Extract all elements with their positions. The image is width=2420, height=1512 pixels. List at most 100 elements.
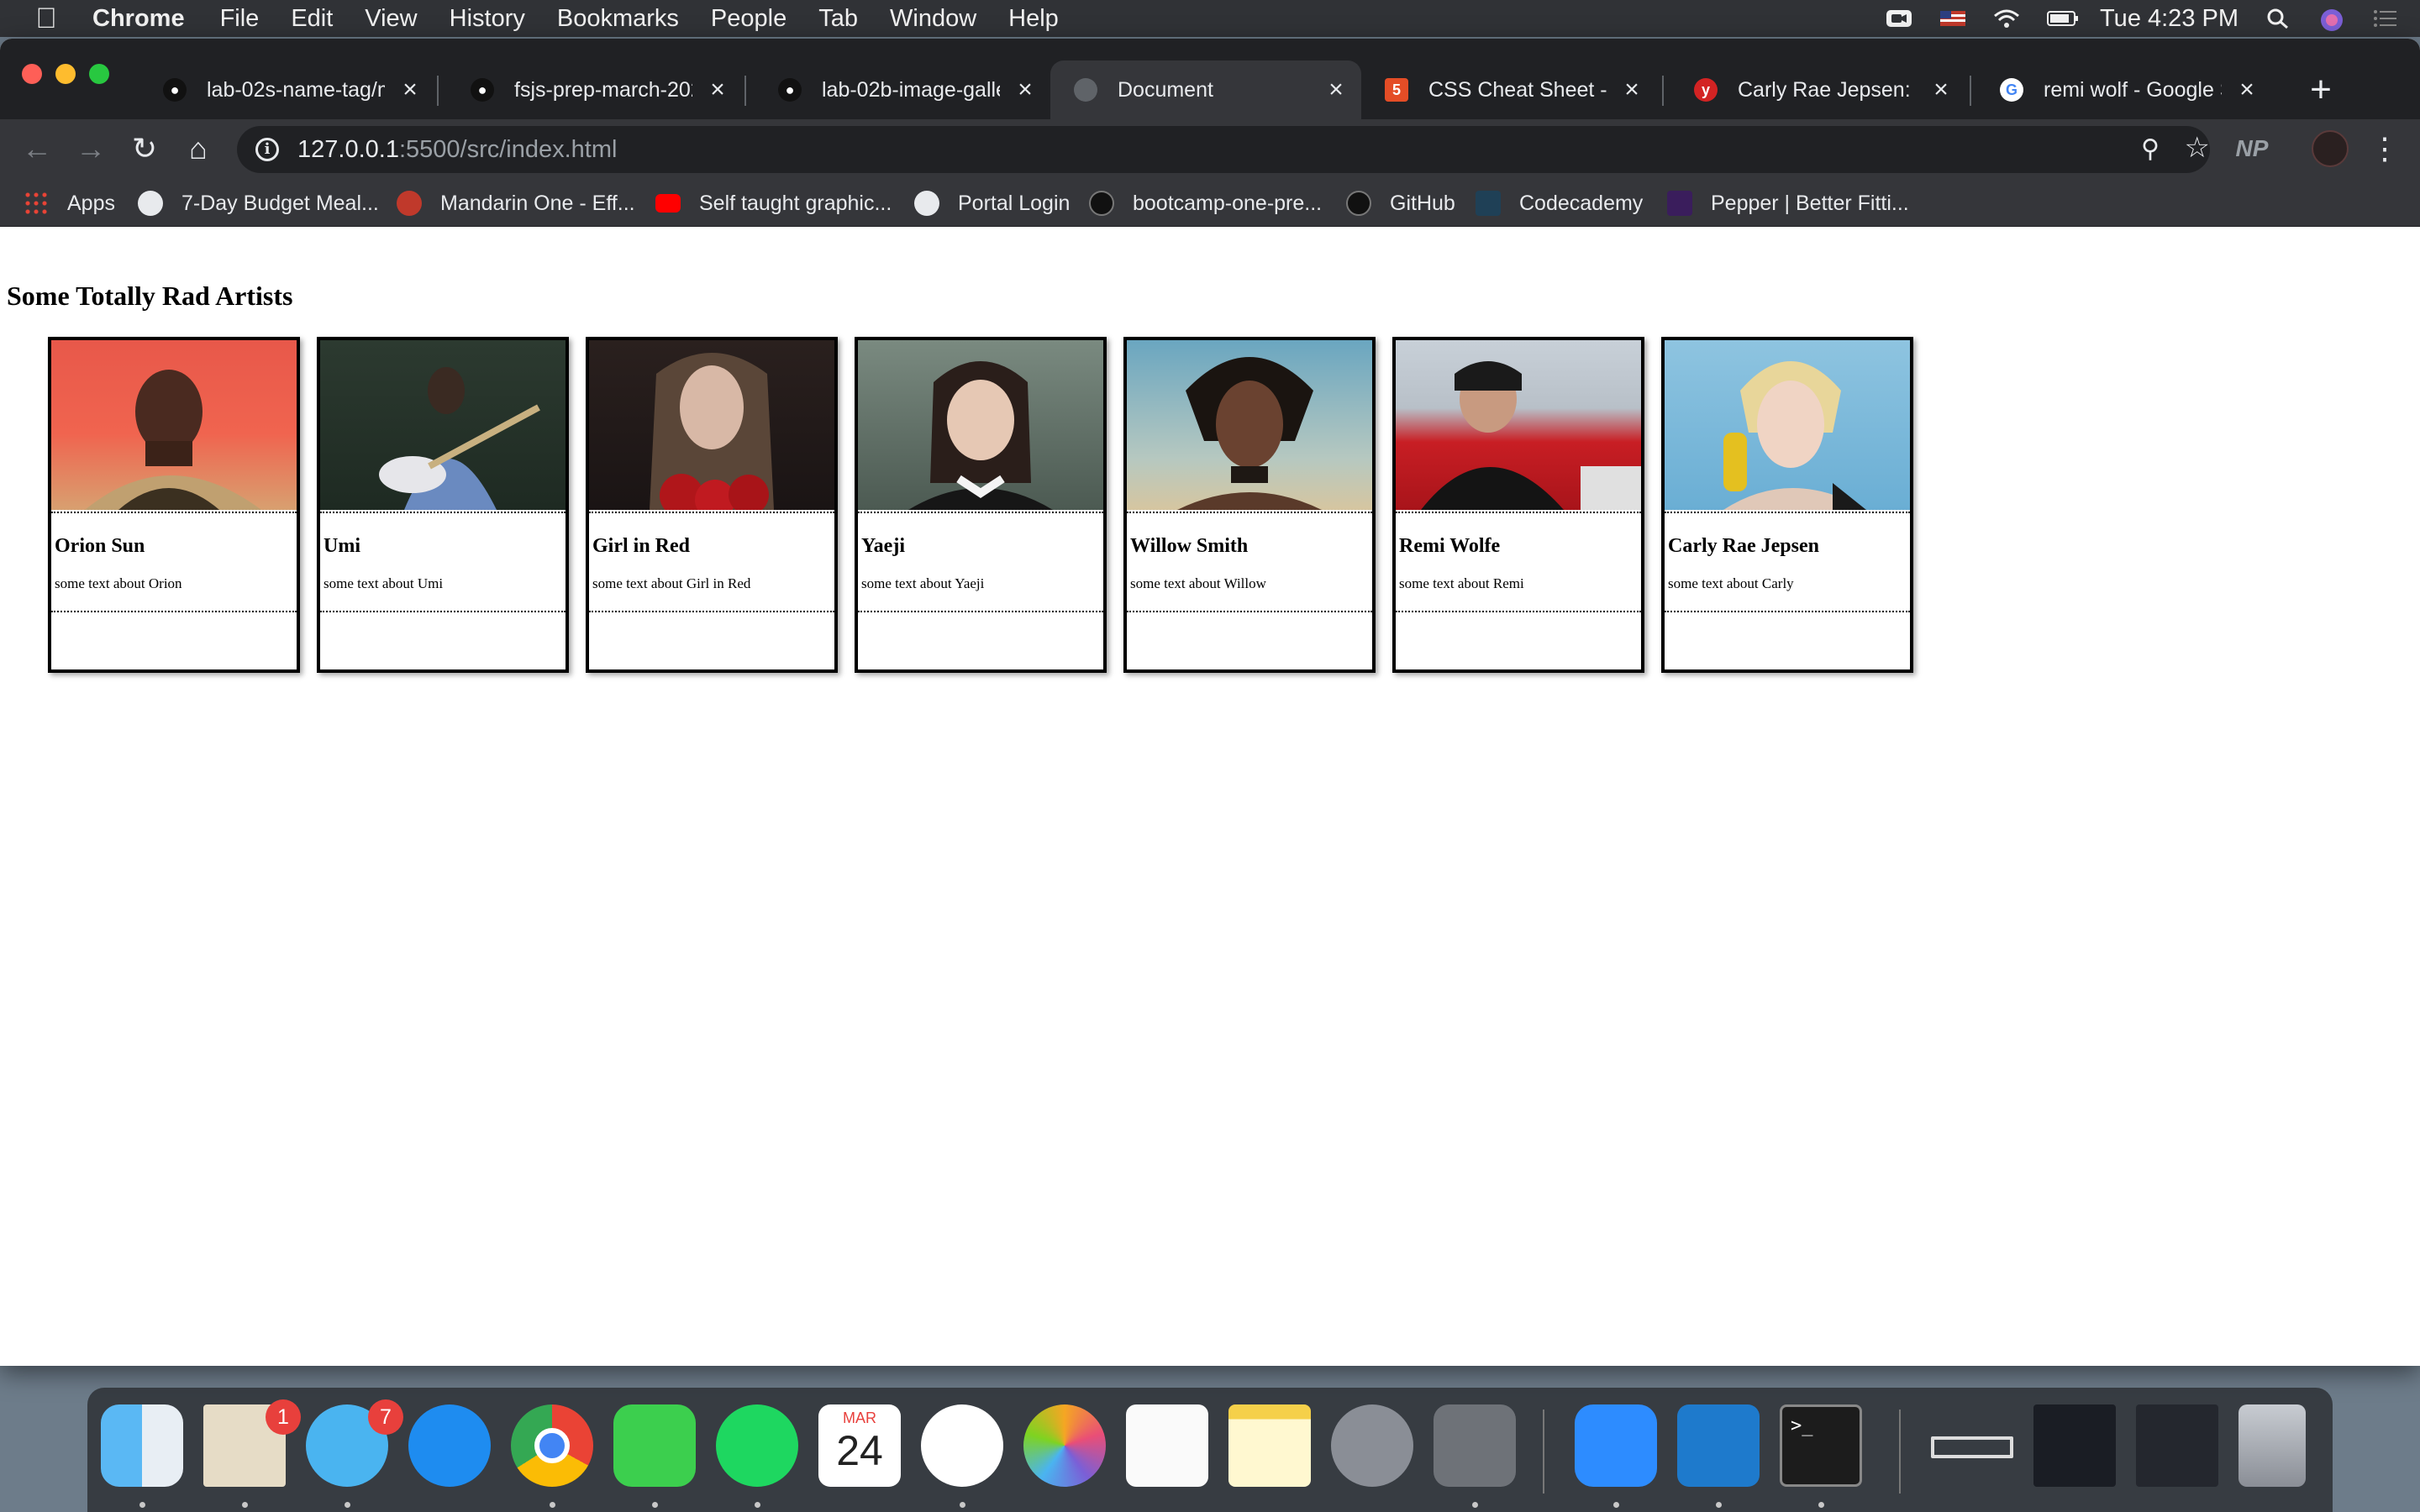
close-tab-icon[interactable]: × — [1916, 76, 1966, 104]
new-tab-button[interactable]: + — [2296, 60, 2346, 119]
spotlight-search-icon[interactable] — [2264, 8, 2292, 29]
menubar-clock[interactable]: Tue 4:23 PM — [2100, 5, 2238, 33]
bookmark-star-icon[interactable]: ☆ — [2185, 131, 2210, 165]
artist-name: Umi — [324, 535, 360, 557]
site-info-icon[interactable]: i — [255, 138, 279, 161]
minimize-window-button[interactable] — [55, 64, 76, 84]
zoom-app-icon[interactable] — [1575, 1404, 1657, 1487]
zoom-magnifier-icon[interactable]: ⚲ — [2141, 134, 2160, 164]
close-tab-icon[interactable]: × — [385, 76, 435, 104]
slack-icon[interactable] — [921, 1404, 1003, 1487]
system-preferences-icon[interactable] — [1434, 1404, 1516, 1487]
us-flag-icon[interactable] — [1939, 8, 1967, 29]
mail-icon[interactable]: 1 — [203, 1399, 301, 1487]
artist-name: Girl in Red — [592, 535, 691, 557]
artist-photo — [1127, 340, 1372, 510]
close-tab-icon[interactable]: × — [692, 76, 743, 104]
bookmark-mandarin-one[interactable]: Mandarin One - Eff... — [397, 190, 635, 217]
finder-icon[interactable] — [101, 1404, 183, 1487]
messages-icon[interactable]: 7 — [306, 1399, 403, 1487]
bookmark-label: Codecademy — [1519, 191, 1644, 215]
calendar-icon[interactable]: MAR 24 — [818, 1404, 901, 1487]
artist-name: Remi Wolfe — [1399, 535, 1501, 557]
notes-icon[interactable] — [1228, 1404, 1311, 1487]
battery-icon[interactable] — [2046, 8, 2079, 29]
minimized-window-thumbnail[interactable] — [1931, 1436, 2013, 1458]
wifi-icon[interactable] — [1992, 8, 2021, 29]
close-tab-icon[interactable]: × — [1607, 76, 1657, 104]
github-icon — [1089, 191, 1114, 216]
page-heading: Some Totally Rad Artists — [7, 281, 293, 311]
vscode-icon[interactable] — [1677, 1404, 1760, 1487]
profile-avatar[interactable] — [2312, 130, 2349, 167]
menu-help[interactable]: Help — [1008, 5, 1059, 33]
bookmarks-bar: Apps 7-Day Budget Meal... Mandarin One -… — [0, 178, 2420, 227]
back-arrow-icon[interactable]: ← — [12, 119, 62, 178]
reload-icon[interactable]: ↻ — [119, 119, 170, 178]
address-bar[interactable]: i 127.0.0.1:5500/src/index.html ⚲ ☆ — [237, 126, 2210, 173]
bookmark-github[interactable]: GitHub — [1346, 190, 1455, 217]
menu-edit[interactable]: Edit — [291, 5, 333, 33]
bookmark-portal-login[interactable]: Portal Login — [914, 190, 1070, 217]
zoom-window-button[interactable] — [89, 64, 109, 84]
chrome-menu-icon[interactable]: ⋮ — [2360, 119, 2410, 178]
tab-title: fsjs-prep-march-2020 — [514, 77, 692, 102]
bookmark-pepper[interactable]: Pepper | Better Fitti... — [1667, 190, 1909, 217]
trash-icon[interactable] — [2238, 1404, 2306, 1487]
menu-people[interactable]: People — [711, 5, 786, 33]
tab-lab-02s[interactable]: ● lab-02s-name-tag/ma × — [139, 60, 435, 119]
bookmark-budget-meal[interactable]: 7-Day Budget Meal... — [138, 190, 379, 217]
tab-fsjs-prep[interactable]: ● fsjs-prep-march-2020 × — [447, 60, 743, 119]
menu-tab[interactable]: Tab — [818, 5, 858, 33]
bookmark-label: Self taught graphic... — [699, 191, 892, 215]
extension-np-icon[interactable]: NP — [2227, 119, 2277, 178]
portrait-silhouette — [1421, 361, 1641, 510]
close-tab-icon[interactable]: × — [1311, 76, 1361, 104]
tab-lab-02b[interactable]: ● lab-02b-image-gallery × — [755, 60, 1050, 119]
zoom-status-icon[interactable] — [1885, 8, 1913, 29]
chrome-window: ● lab-02s-name-tag/ma × ● fsjs-prep-marc… — [0, 39, 2420, 1366]
launchpad-icon[interactable] — [1331, 1404, 1413, 1487]
menu-bookmarks[interactable]: Bookmarks — [557, 5, 679, 33]
menu-view[interactable]: View — [365, 5, 417, 33]
tab-carly-rae-jepsen[interactable]: y Carly Rae Jepsen: 'Ev × — [1670, 60, 1966, 119]
forward-arrow-icon[interactable]: → — [66, 119, 116, 178]
tab-remi-wolf-search[interactable]: G remi wolf - Google Se × — [1976, 60, 2272, 119]
close-window-button[interactable] — [22, 64, 42, 84]
tab-title: lab-02b-image-gallery — [822, 77, 1000, 102]
minimized-window-thumbnail[interactable] — [2136, 1404, 2218, 1487]
spotify-icon[interactable] — [716, 1404, 798, 1487]
apple-menu-icon[interactable]:  — [0, 3, 92, 35]
chrome-icon[interactable] — [511, 1404, 593, 1487]
url-host: 127.0.0.1 — [297, 135, 399, 163]
menu-file[interactable]: File — [220, 5, 260, 33]
artist-description: some text about Umi — [324, 575, 444, 591]
menu-history[interactable]: History — [450, 5, 525, 33]
photos-icon[interactable] — [1023, 1404, 1106, 1487]
close-tab-icon[interactable]: × — [2222, 76, 2272, 104]
bookmark-apps[interactable]: Apps — [24, 190, 115, 217]
minimized-window-thumbnail[interactable] — [2033, 1404, 2116, 1487]
tab-document-active[interactable]: Document × — [1050, 60, 1361, 119]
menu-app-chrome[interactable]: Chrome — [92, 5, 185, 33]
artist-name: Carly Rae Jepsen — [1668, 535, 1819, 557]
siri-icon[interactable] — [2317, 8, 2346, 31]
close-tab-icon[interactable]: × — [1000, 76, 1050, 104]
bookmark-bootcamp-one-pre[interactable]: bootcamp-one-pre... — [1089, 190, 1322, 217]
tab-css-cheat-sheet[interactable]: 5 CSS Cheat Sheet - Int × — [1361, 60, 1657, 119]
tab-title: CSS Cheat Sheet - Int — [1428, 77, 1607, 102]
app-store-icon[interactable] — [408, 1404, 491, 1487]
artist-card-body: Willow Smith some text about Willow — [1127, 512, 1372, 612]
bookmark-label: Mandarin One - Eff... — [440, 191, 635, 215]
artist-photo — [1665, 340, 1910, 510]
terminal-icon[interactable]: >_ — [1780, 1404, 1862, 1487]
reminders-icon[interactable] — [1126, 1404, 1208, 1487]
notification-center-icon[interactable] — [2371, 8, 2400, 29]
menu-window[interactable]: Window — [890, 5, 976, 33]
bookmark-label: bootcamp-one-pre... — [1133, 191, 1323, 215]
bookmark-self-taught-graphic[interactable]: Self taught graphic... — [655, 190, 892, 217]
home-icon[interactable]: ⌂ — [173, 119, 224, 178]
bookmark-codecademy[interactable]: Codecademy — [1476, 190, 1643, 217]
calendar-day: 24 — [836, 1427, 883, 1474]
facetime-icon[interactable] — [613, 1404, 696, 1487]
